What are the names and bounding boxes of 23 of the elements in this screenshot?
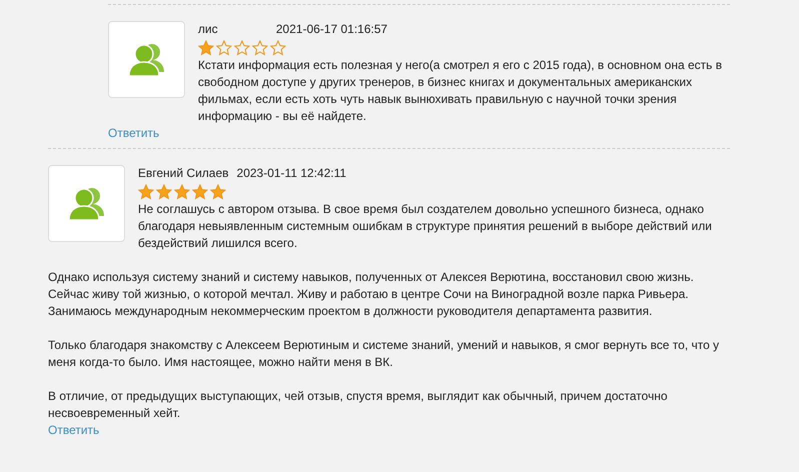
star-icon <box>216 40 232 56</box>
star-icon <box>156 184 172 200</box>
star-icon <box>198 40 214 56</box>
author-name: лис <box>198 21 219 38</box>
star-icon <box>234 40 250 56</box>
reply-link[interactable]: Ответить <box>48 422 100 439</box>
user-group-icon <box>66 186 106 222</box>
comment-text: Однако используя систему знаний и систему навыков, полученных от Алексея Верютина, восстановил свою жизнь. Сейчас живу той жизнью, о которой мечтал. Живу и работаю в центре Сочи на Виноградной возле парка Ривьера. Занимаюсь международным некоммерческим проектом в должности руководителя департамента развития. <box>48 269 695 320</box>
author-name: Евгений Силаев <box>138 165 229 182</box>
user-group-icon <box>126 42 166 78</box>
comment-text: В отличие, от предыдущих выступающих, чей отзыв, спустя время, выглядит как обычный, причем достаточно несвоевременный хейт. <box>48 388 668 422</box>
star-icon <box>270 40 286 56</box>
comment-date: 2023-01-11 12:42:11 <box>236 165 346 182</box>
comment-text: Не соглашусь с автором отзыва. В свое время был создателем довольно успешного бизнеса, однако благодаря невыявленным системным ошибкам в структуре принятия решений в выборе действий или бездействий лишился всего. <box>138 201 713 252</box>
star-icon <box>174 184 190 200</box>
comment-text: Только благодаря знакомству с Алексеем Верютиным и системе знаний, умений и навыков, я смог вернуть все то, что у меня когда-то было. Имя настоящее, можно найти меня в ВК. <box>48 337 720 371</box>
reply-link[interactable]: Ответить <box>108 125 160 142</box>
star-icon <box>252 40 268 56</box>
star-icon <box>192 184 208 200</box>
comment-date: 2021-06-17 01:16:57 <box>276 21 388 38</box>
star-icon <box>138 184 154 200</box>
star-icon <box>210 184 226 200</box>
comment-text: Кстати информация есть полезная у него(а смотрел я его с 2015 года), в основном она есть в свободном доступе у других тренеров, в бизнес книгах и документальных американских фильмах, если есть хоть чуть навык вынюхивать правильную с научной точки зрения информацию - вы её найдете. <box>198 57 723 125</box>
